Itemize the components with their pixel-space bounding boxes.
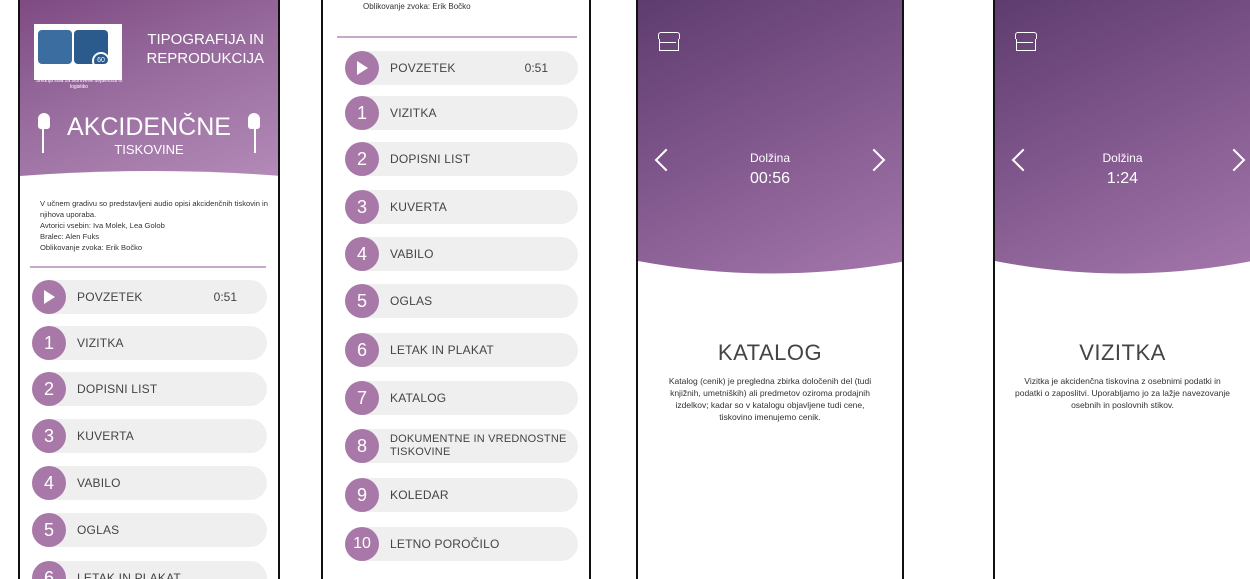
play-icon[interactable] bbox=[32, 280, 66, 314]
logo-caption: Srednja šola za storitvene dejavnosti in… bbox=[35, 78, 123, 90]
list-item[interactable]: 8 DOKUMENTNE IN VREDNOSTNE TISKOVINE bbox=[345, 429, 578, 463]
store-icon[interactable] bbox=[1015, 32, 1037, 52]
list-item-summary[interactable]: POVZETEK 0:51 bbox=[32, 280, 267, 314]
course-title: TIPOGRAFIJA IN REPRODUKCIJA bbox=[146, 30, 264, 68]
player-screen-katalog: Dolžina 00:56 KATALOG Katalog (cenik) je… bbox=[636, 0, 904, 579]
description: V učnem gradivu so predstavljeni audio o… bbox=[40, 198, 275, 253]
list-item[interactable]: 6 LETAK IN PLAKAT bbox=[345, 333, 578, 367]
list-screen: Oblikovanje zvoka: Erik Bočko POVZETEK 0… bbox=[321, 0, 591, 579]
list-item[interactable]: 2 DOPISNI LIST bbox=[345, 142, 578, 176]
item-label: VABILO bbox=[77, 476, 121, 490]
page-subtitle: TISKOVINE bbox=[114, 142, 184, 157]
player-screen-vizitka: Dolžina 1:24 VIZITKA Vizitka je akcidenč… bbox=[993, 0, 1250, 579]
list-item[interactable]: 5 OGLAS bbox=[32, 513, 267, 547]
item-label: KATALOG bbox=[390, 391, 447, 405]
length-label: Dolžina bbox=[1102, 151, 1143, 165]
item-label: VABILO bbox=[390, 247, 434, 261]
course-title-line1: TIPOGRAFIJA IN bbox=[147, 31, 264, 48]
item-label-line1: DOKUMENTNE IN VREDNOSTNE bbox=[390, 433, 567, 445]
list-item[interactable]: 3 KUVERTA bbox=[32, 419, 267, 453]
item-duration: 0:51 bbox=[213, 290, 237, 304]
length-value: 00:56 bbox=[749, 170, 791, 187]
list-item[interactable]: 6 LETAK IN PLAKAT bbox=[32, 561, 267, 579]
item-number-badge: 2 bbox=[32, 372, 66, 406]
item-number-badge: 9 bbox=[345, 478, 379, 512]
list-item[interactable]: 9 KOLEDAR bbox=[345, 478, 578, 512]
item-number-badge: 2 bbox=[345, 142, 379, 176]
item-description: Vizitka je akcidenčna tiskovina z osebni… bbox=[1015, 376, 1230, 410]
item-number-badge: 7 bbox=[345, 381, 379, 415]
item-label: KUVERTA bbox=[390, 200, 447, 214]
item-number-badge: 3 bbox=[345, 190, 379, 224]
item-number-badge: 3 bbox=[32, 419, 66, 453]
list-item[interactable]: 2 DOPISNI LIST bbox=[32, 372, 267, 406]
item-label: LETNO POROČILO bbox=[390, 537, 500, 551]
reader-text: Bralec: Alen Fuks bbox=[40, 232, 100, 241]
item-title: KATALOG bbox=[717, 340, 823, 365]
play-icon[interactable] bbox=[345, 51, 379, 85]
item-label: DOPISNI LIST bbox=[390, 152, 471, 166]
length-label: Dolžina bbox=[749, 151, 791, 165]
item-label: KUVERTA bbox=[77, 429, 134, 443]
item-label: DOKUMENTNE IN VREDNOSTNE TISKOVINE bbox=[390, 433, 567, 459]
list-item[interactable]: 4 VABILO bbox=[32, 466, 267, 500]
item-description: Katalog (cenik) je pregledna zbirka dolo… bbox=[668, 376, 872, 422]
item-label: LETAK IN PLAKAT bbox=[390, 343, 494, 357]
item-label: DOPISNI LIST bbox=[77, 382, 158, 396]
page-title: AKCIDENČNE bbox=[67, 113, 231, 141]
item-label: KOLEDAR bbox=[390, 488, 449, 502]
item-label: OGLAS bbox=[77, 523, 120, 537]
course-title-line2: REPRODUKCIJA bbox=[146, 50, 264, 67]
list-item[interactable]: 7 KATALOG bbox=[345, 381, 578, 415]
divider bbox=[337, 36, 577, 38]
list-item[interactable]: 1 VIZITKA bbox=[32, 326, 267, 360]
header-wave bbox=[995, 261, 1250, 301]
description-text: V učnem gradivu so predstavljeni audio o… bbox=[40, 199, 268, 219]
list-item-summary[interactable]: POVZETEK 0:51 bbox=[345, 51, 578, 85]
school-logo: 60 bbox=[34, 24, 122, 80]
authors-text: Avtorici vsebin: Iva Molek, Lea Golob bbox=[40, 221, 165, 230]
item-label: POVZETEK bbox=[77, 290, 143, 304]
item-number-badge: 10 bbox=[345, 527, 379, 561]
item-number-badge: 4 bbox=[32, 466, 66, 500]
item-number-badge: 4 bbox=[345, 237, 379, 271]
item-number-badge: 5 bbox=[345, 284, 379, 318]
item-duration: 0:51 bbox=[524, 61, 548, 75]
item-title: VIZITKA bbox=[1079, 340, 1166, 365]
item-number-badge: 1 bbox=[32, 326, 66, 360]
store-icon[interactable] bbox=[658, 32, 680, 52]
sound-design-text: Oblikovanje zvoka: Erik Bočko bbox=[363, 2, 471, 11]
divider bbox=[30, 266, 266, 268]
item-label: VIZITKA bbox=[390, 106, 437, 120]
list-item[interactable]: 1 VIZITKA bbox=[345, 96, 578, 130]
list-item[interactable]: 10 LETNO POROČILO bbox=[345, 527, 578, 561]
item-label: OGLAS bbox=[390, 294, 433, 308]
item-label: LETAK IN PLAKAT bbox=[77, 571, 181, 579]
item-number-badge: 5 bbox=[32, 513, 66, 547]
list-item[interactable]: 5 OGLAS bbox=[345, 284, 578, 318]
list-item[interactable]: 4 VABILO bbox=[345, 237, 578, 271]
item-label: VIZITKA bbox=[77, 336, 124, 350]
item-label: POVZETEK bbox=[390, 61, 456, 75]
item-number-badge: 6 bbox=[32, 561, 66, 579]
item-number-badge: 8 bbox=[345, 429, 379, 463]
item-number-badge: 6 bbox=[345, 333, 379, 367]
item-number-badge: 1 bbox=[345, 96, 379, 130]
sound-design-text: Oblikovanje zvoka: Erik Bočko bbox=[40, 243, 143, 252]
length-value: 1:24 bbox=[1106, 170, 1139, 187]
header-wave bbox=[638, 261, 902, 301]
list-item[interactable]: 3 KUVERTA bbox=[345, 190, 578, 224]
item-label-line2: TISKOVINE bbox=[390, 446, 451, 458]
home-screen: 60 Srednja šola za storitvene dejavnosti… bbox=[18, 0, 280, 579]
